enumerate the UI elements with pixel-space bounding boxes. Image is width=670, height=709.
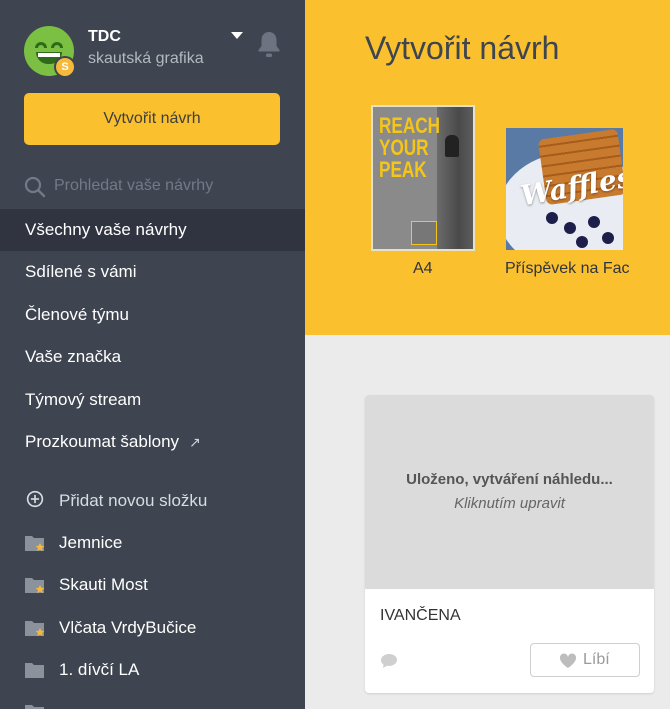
chevron-down-icon[interactable] bbox=[231, 32, 243, 39]
folder-icon bbox=[25, 705, 44, 709]
nav-all-designs[interactable]: Všechny vaše návrhy bbox=[0, 209, 305, 251]
sidebar: S TDC skautská grafika Vytvořit návrh Vš… bbox=[0, 0, 305, 709]
create-design-button[interactable]: Vytvořit návrh bbox=[24, 93, 280, 145]
thumbnail-inset bbox=[411, 221, 437, 245]
design-preview[interactable]: Uloženo, vytváření náhledu... Kliknutím … bbox=[365, 395, 654, 589]
heart-icon bbox=[559, 653, 577, 668]
avatar-badge: S bbox=[54, 56, 76, 78]
climber-image bbox=[445, 135, 459, 157]
template-label[interactable]: A4 bbox=[413, 260, 433, 278]
profile-switcher[interactable]: S TDC skautská grafika bbox=[24, 26, 294, 78]
folder-label: Jemnice bbox=[59, 533, 123, 552]
nav-shared-with-you[interactable]: Sdílené s vámi bbox=[0, 251, 305, 293]
nav-label: Prozkoumat šablony bbox=[25, 432, 180, 451]
comment-icon[interactable] bbox=[380, 653, 398, 669]
folder-item[interactable]: Jemnice bbox=[24, 522, 294, 564]
nav-label: Týmový stream bbox=[25, 390, 142, 409]
template-facebook-post-thumbnail[interactable]: Waffles bbox=[506, 128, 623, 250]
folder-item[interactable]: Skauti Most bbox=[24, 564, 294, 606]
preview-status: Uloženo, vytváření náhledu... bbox=[406, 471, 613, 488]
starred-folder-icon bbox=[25, 536, 45, 552]
nav-explore-templates[interactable]: Prozkoumat šablony ↗ bbox=[0, 421, 305, 463]
nav-label: Sdílené s vámi bbox=[25, 262, 137, 281]
like-button[interactable]: Líbí bbox=[530, 643, 640, 677]
create-design-panel: Vytvořit návrh REACH YOUR PEAK A4 Waffle… bbox=[305, 0, 670, 335]
like-label: Líbí bbox=[583, 651, 610, 668]
profile-name: TDC bbox=[88, 28, 121, 45]
bell-icon[interactable] bbox=[256, 30, 282, 58]
template-label[interactable]: Příspěvek na Fac bbox=[505, 260, 630, 278]
add-folder-button[interactable]: Přidat novou složku bbox=[24, 480, 294, 522]
folder-icon bbox=[25, 663, 44, 678]
nav-your-brand[interactable]: Vaše značka bbox=[0, 336, 305, 378]
preview-hint: Kliknutím upravit bbox=[454, 495, 565, 512]
starred-folder-icon bbox=[25, 621, 45, 637]
search-icon bbox=[24, 176, 46, 198]
profile-team: skautská grafika bbox=[88, 50, 204, 67]
template-a4-thumbnail[interactable]: REACH YOUR PEAK bbox=[371, 105, 475, 251]
folder-label: 1. dívčí LA bbox=[59, 660, 140, 679]
nav-label: Vaše značka bbox=[25, 347, 122, 366]
design-name[interactable]: IVANČENA bbox=[380, 607, 461, 625]
nav-team-members[interactable]: Členové týmu bbox=[0, 294, 305, 336]
folder-label: Vlčata VrdyBučice bbox=[59, 618, 197, 637]
plus-circle-icon bbox=[26, 490, 44, 508]
nav-label: Členové týmu bbox=[25, 305, 129, 324]
search-bar bbox=[24, 170, 284, 202]
thumbnail-text: REACH YOUR PEAK bbox=[379, 113, 441, 182]
external-link-icon: ↗ bbox=[189, 434, 201, 450]
search-input[interactable] bbox=[54, 172, 280, 200]
nav-team-stream[interactable]: Týmový stream bbox=[0, 379, 305, 421]
starred-folder-icon bbox=[25, 578, 45, 594]
folder-item[interactable]: 1. dívčí LA bbox=[24, 649, 294, 691]
folder-item[interactable]: Vlčata VrdyBučice bbox=[24, 607, 294, 649]
folder-label: Skauti Most bbox=[59, 575, 148, 594]
add-folder-label: Přidat novou složku bbox=[59, 491, 208, 510]
panel-title: Vytvořit návrh bbox=[365, 30, 560, 66]
nav-label: Všechny vaše návrhy bbox=[25, 220, 187, 239]
folder-item-partial[interactable] bbox=[24, 691, 294, 709]
design-card: Uloženo, vytváření náhledu... Kliknutím … bbox=[365, 395, 654, 693]
